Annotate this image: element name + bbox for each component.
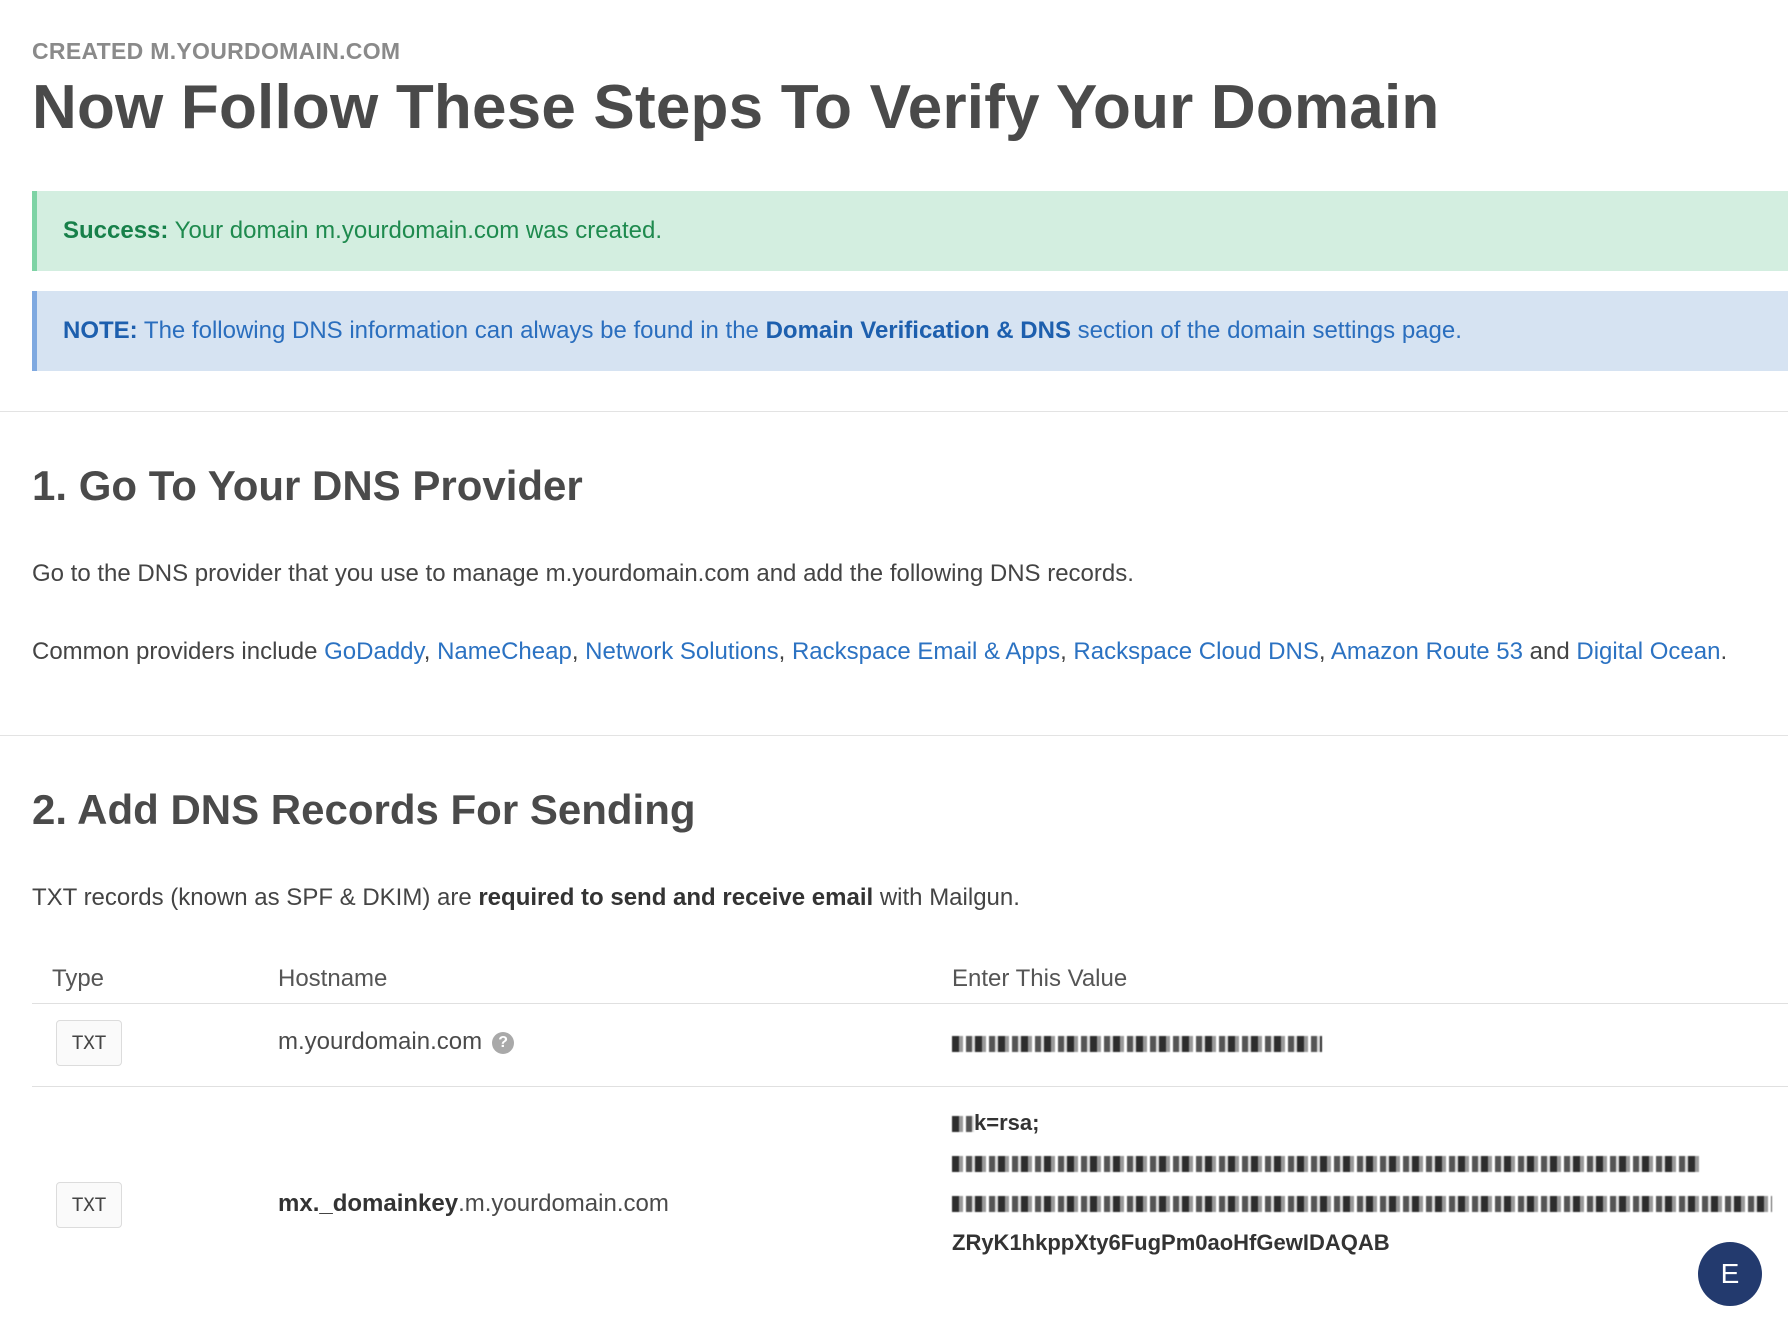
provider-link-godaddy[interactable]: GoDaddy — [324, 638, 424, 665]
page-overline: CREATED M.YOURDOMAIN.COM — [32, 38, 401, 64]
step2-title: 2. Add DNS Records For Sending — [32, 786, 696, 833]
success-alert: Success: Your domain m.yourdomain.com wa… — [32, 191, 1788, 271]
record-hostname: mx._domainkey.m.yourdomain.com — [278, 1190, 669, 1218]
record-value-blurred — [952, 1030, 1322, 1056]
record-value-line: ZRyK1hkppXty6FugPm0aoHfGewIDAQAB — [952, 1230, 1390, 1255]
section-divider — [0, 411, 1788, 412]
note-label: NOTE: — [63, 317, 138, 344]
hostname-prefix: mx._domainkey — [278, 1190, 459, 1217]
record-type-badge: TXT — [56, 1020, 122, 1066]
record-type-badge: TXT — [56, 1182, 122, 1228]
providers-paragraph: Common providers include GoDaddy, NameCh… — [32, 638, 1728, 665]
blurred-value-fragment — [952, 1116, 974, 1133]
table-row-divider — [32, 1086, 1788, 1087]
provider-link-rackspace-cloud-dns[interactable]: Rackspace Cloud DNS — [1073, 638, 1318, 665]
column-header-value: Enter This Value — [952, 965, 1128, 992]
note-text-end: section of the domain settings page. — [1070, 317, 1462, 344]
provider-link-namecheap[interactable]: NameCheap — [437, 638, 572, 665]
step1-title: 1. Go To Your DNS Provider — [32, 462, 583, 509]
note-alert: NOTE: The following DNS information can … — [32, 291, 1788, 371]
hostname-suffix: .m.yourdomain.com — [458, 1190, 669, 1217]
step2-intro-start: TXT records (known as SPF & DKIM) are — [32, 884, 479, 911]
provider-link-network-solutions[interactable]: Network Solutions — [585, 638, 778, 665]
domain-verification-link[interactable]: Domain Verification & DNS — [766, 317, 1071, 344]
user-avatar-button[interactable]: E — [1698, 1242, 1762, 1306]
help-icon[interactable]: ? — [492, 1032, 515, 1054]
blurred-value-line — [952, 1036, 1322, 1053]
success-message: Your domain m.yourdomain.com was created… — [168, 217, 662, 244]
hostname-text: m.yourdomain.com — [278, 1028, 483, 1055]
note-text-start: The following DNS information can always… — [137, 317, 766, 344]
step2-intro-bold: required to send and receive email — [478, 884, 874, 911]
providers-suffix: . — [1720, 638, 1728, 665]
success-label: Success: — [63, 217, 169, 244]
blurred-value-line — [952, 1196, 1772, 1213]
step2-intro-end: with Mailgun. — [873, 884, 1020, 911]
record-value-line — [952, 1150, 1702, 1176]
blurred-value-line — [952, 1156, 1702, 1173]
dns-records-table: Type Hostname Enter This Value TXT m.you… — [32, 955, 1788, 1322]
record-value-line: k=rsa; — [952, 1110, 1039, 1136]
step1-intro: Go to the DNS provider that you use to m… — [32, 560, 1134, 587]
provider-link-digital-ocean[interactable]: Digital Ocean — [1576, 638, 1720, 665]
provider-link-rackspace-email[interactable]: Rackspace Email & Apps — [792, 638, 1060, 665]
step2-intro: TXT records (known as SPF & DKIM) are re… — [32, 884, 1020, 912]
page-title: Now Follow These Steps To Verify Your Do… — [32, 73, 1440, 142]
value-key-type: k=rsa; — [974, 1110, 1040, 1135]
column-header-type: Type — [52, 965, 105, 992]
section-divider — [0, 735, 1788, 736]
providers-prefix: Common providers include — [32, 638, 325, 665]
record-value-line — [952, 1190, 1772, 1216]
column-header-hostname: Hostname — [278, 965, 388, 992]
record-hostname: m.yourdomain.com? — [278, 1028, 515, 1056]
table-header-divider — [32, 1003, 1788, 1004]
provider-link-amazon-route53[interactable]: Amazon Route 53 — [1331, 638, 1523, 665]
providers-and: and — [1529, 638, 1577, 665]
